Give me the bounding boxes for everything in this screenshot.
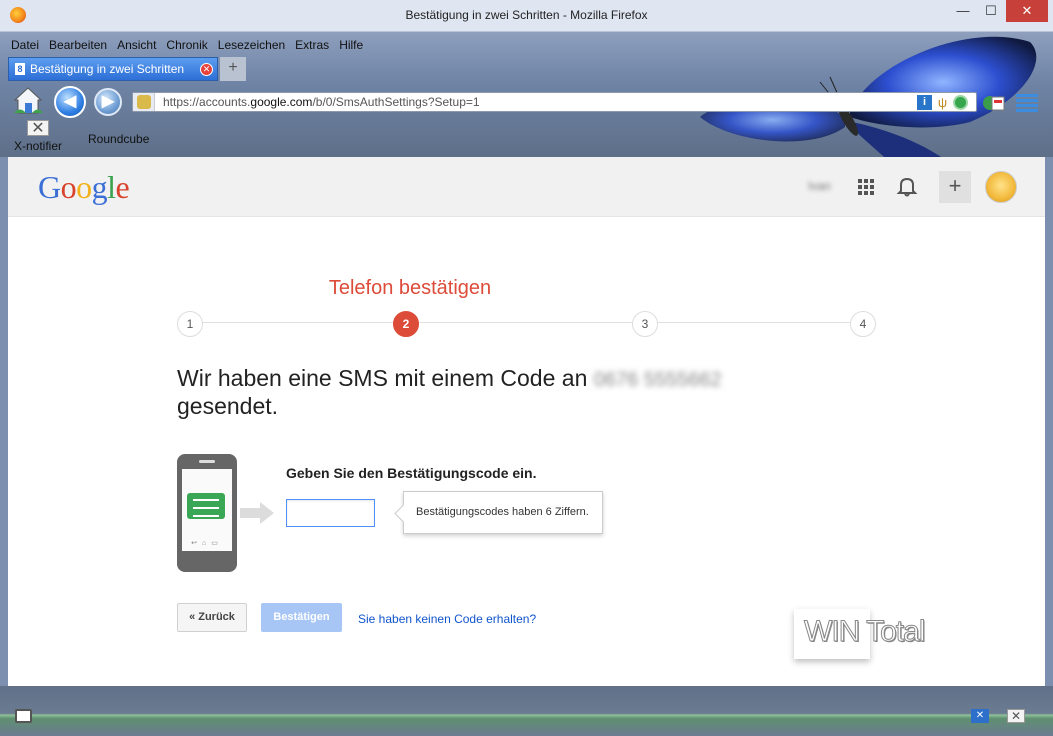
google-logo-letter: o: [76, 169, 92, 205]
menu-chronik[interactable]: Chronik: [166, 36, 207, 54]
addon-status-icon[interactable]: ✕: [971, 709, 989, 723]
step-3: 3: [632, 311, 658, 337]
url-text[interactable]: https://accounts.google.com/b/0/SmsAuthS…: [163, 95, 480, 109]
addon-toolbar-icon[interactable]: [982, 94, 1010, 112]
site-identity-button[interactable]: [133, 93, 155, 111]
verification-code-input[interactable]: [286, 499, 375, 527]
x-notifier-status-icon[interactable]: ✕: [1007, 709, 1025, 723]
google-logo[interactable]: Google: [38, 169, 130, 206]
sms-bubble-icon: [187, 493, 225, 519]
fork-icon[interactable]: ψ: [935, 95, 950, 110]
google-logo-letter: l: [107, 169, 116, 205]
code-label: Geben Sie den Bestätigungscode ein.: [286, 465, 537, 481]
user-name[interactable]: Ivan: [808, 179, 831, 193]
forward-button[interactable]: ▶: [94, 88, 122, 116]
info-icon[interactable]: i: [917, 95, 932, 110]
maximize-button[interactable]: ☐: [978, 0, 1004, 22]
menu-hilfe[interactable]: Hilfe: [339, 36, 363, 54]
google-header: Google Ivan +: [8, 157, 1045, 217]
code-hint-tooltip: Bestätigungscodes haben 6 Ziffern.: [403, 491, 603, 534]
addon-circle-icon[interactable]: [953, 95, 968, 110]
window-title: Bestätigung in zwei Schritten - Mozilla …: [405, 8, 648, 22]
close-button[interactable]: ✕: [1006, 0, 1048, 22]
step-1: 1: [177, 311, 203, 337]
bell-icon[interactable]: [896, 175, 918, 197]
wintotal-watermark: WIN Total: [794, 601, 954, 661]
menu-bar: Datei Bearbeiten Ansicht Chronik Lesezei…: [6, 36, 368, 54]
tab-label: Bestätigung in zwei Schritten: [30, 62, 185, 76]
arrow-left-icon: ◀: [63, 93, 77, 110]
google-favicon-icon: 8: [15, 63, 25, 75]
phone-number-redacted: 0676 5555662: [593, 369, 722, 391]
menu-hamburger-icon[interactable]: [1016, 92, 1038, 112]
phone-illustration: ↩⌂▭: [177, 454, 237, 572]
tab-active[interactable]: 8 Bestätigung in zwei Schritten ✕: [8, 57, 218, 81]
tab-bar: 8 Bestätigung in zwei Schritten ✕ +: [8, 57, 246, 81]
bookmark-roundcube[interactable]: Roundcube: [88, 132, 149, 146]
bookmark-label: X-notifier: [13, 139, 63, 153]
arrow-right-icon: ▶: [101, 93, 115, 110]
bookmark-xnotifier[interactable]: ✕ X-notifier: [10, 120, 66, 153]
lock-icon: [137, 95, 151, 109]
menu-extras[interactable]: Extras: [295, 36, 329, 54]
menu-datei[interactable]: Datei: [11, 36, 39, 54]
no-code-link[interactable]: Sie haben keinen Code erhalten?: [358, 612, 536, 626]
step-title: Telefon bestätigen: [328, 277, 492, 299]
minimize-button[interactable]: —: [950, 0, 976, 22]
browser-chrome: Datei Bearbeiten Ansicht Chronik Lesezei…: [0, 32, 1053, 157]
share-plus-button[interactable]: +: [939, 171, 971, 203]
step-2-active: 2: [393, 311, 419, 337]
status-bar: ✕ ✕: [0, 686, 1053, 736]
menu-bearbeiten[interactable]: Bearbeiten: [49, 36, 107, 54]
google-logo-letter: g: [91, 169, 108, 205]
page-content: Google Ivan + Telefon bestätigen 1 2 3 4…: [8, 157, 1045, 686]
window-status-icon[interactable]: [15, 709, 32, 723]
google-logo-letter: e: [115, 169, 130, 205]
google-logo-letter: G: [38, 169, 61, 205]
bookmarks-toolbar: ✕ X-notifier Roundcube: [0, 118, 1053, 157]
back-button-zurueck[interactable]: « Zurück: [177, 603, 247, 632]
google-logo-letter: o: [60, 169, 77, 205]
avatar[interactable]: [985, 171, 1017, 203]
address-bar[interactable]: https://accounts.google.com/b/0/SmsAuthS…: [132, 92, 977, 112]
home-icon[interactable]: [12, 84, 44, 116]
step-4: 4: [850, 311, 876, 337]
menu-ansicht[interactable]: Ansicht: [117, 36, 156, 54]
navigation-toolbar: ◀ ▶ https://accounts.google.com/b/0/SmsA…: [0, 84, 1053, 118]
sms-sent-message: Wir haben eine SMS mit einem Code an 067…: [177, 365, 722, 419]
tab-close-icon[interactable]: ✕: [200, 63, 213, 76]
x-notifier-icon: ✕: [27, 120, 49, 137]
title-bar: Bestätigung in zwei Schritten - Mozilla …: [0, 0, 1053, 32]
browser-window: Bestätigung in zwei Schritten - Mozilla …: [0, 0, 1053, 736]
confirm-button[interactable]: Bestätigen: [261, 603, 342, 632]
menu-lesezeichen[interactable]: Lesezeichen: [218, 36, 285, 54]
back-button[interactable]: ◀: [54, 86, 86, 118]
arrow-right-icon: [240, 502, 274, 524]
apps-grid-icon[interactable]: [858, 179, 874, 195]
new-tab-button[interactable]: +: [220, 57, 246, 81]
step-progress-line: [188, 322, 863, 323]
